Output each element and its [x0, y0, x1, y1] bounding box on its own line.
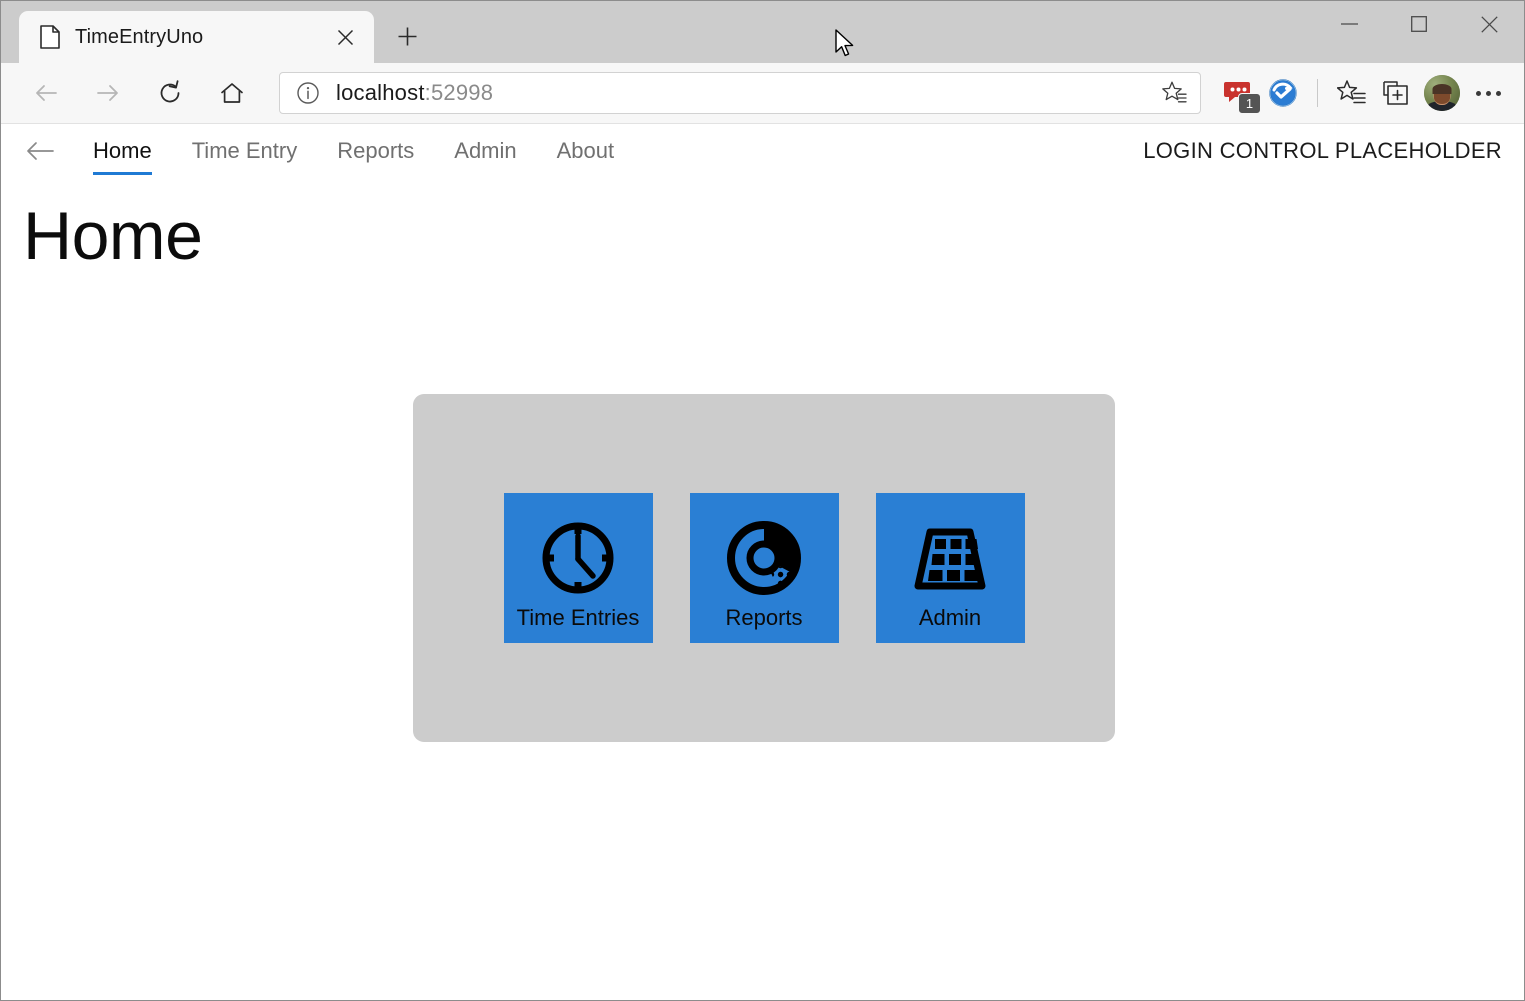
info-icon[interactable] — [294, 79, 322, 107]
favorites-list-icon[interactable] — [1330, 71, 1374, 115]
speech-bubble-extension-icon[interactable]: 1 — [1217, 71, 1261, 115]
refresh-icon[interactable] — [147, 70, 193, 116]
page-title: Home — [23, 202, 1524, 270]
tab-close-icon[interactable] — [330, 22, 360, 52]
nav-item-about[interactable]: About — [537, 136, 635, 166]
url-port: :52998 — [425, 80, 494, 105]
grid-table-icon — [907, 515, 993, 601]
clock-icon — [535, 515, 621, 601]
nav-item-admin[interactable]: Admin — [434, 136, 536, 166]
extension-badge-count: 1 — [1238, 93, 1261, 114]
nav-item-home[interactable]: Home — [73, 136, 172, 166]
url-host: localhost — [336, 80, 425, 105]
tab-title: TimeEntryUno — [75, 26, 330, 49]
avatar-hair — [1433, 84, 1452, 94]
tile-reports[interactable]: Reports — [690, 493, 839, 643]
more-dot — [1496, 91, 1501, 96]
back-arrow-icon[interactable] — [23, 70, 69, 116]
browser-toolbar: localhost:52998 1 — [1, 63, 1524, 124]
more-options-icon[interactable] — [1466, 71, 1510, 115]
browser-window: TimeEntryUno — [0, 0, 1525, 1001]
profile-avatar[interactable] — [1424, 75, 1460, 111]
app-navigation-bar: Home Time Entry Reports Admin About LOGI… — [1, 124, 1524, 178]
more-dot — [1476, 91, 1481, 96]
close-button[interactable] — [1454, 1, 1524, 47]
avatar-beard — [1434, 92, 1450, 104]
tile-label: Reports — [725, 607, 802, 629]
favorite-star-icon[interactable] — [1158, 77, 1190, 109]
home-tile-panel: Time Entries — [413, 394, 1115, 742]
pie-chart-icon — [721, 515, 807, 601]
window-controls — [1314, 1, 1524, 47]
more-dot — [1486, 91, 1491, 96]
tab-strip: TimeEntryUno — [1, 1, 430, 63]
new-tab-button[interactable] — [384, 13, 430, 59]
home-icon[interactable] — [209, 70, 255, 116]
url-text[interactable]: localhost:52998 — [336, 80, 1158, 106]
address-bar[interactable]: localhost:52998 — [279, 72, 1201, 114]
app-nav-links: Home Time Entry Reports Admin About — [73, 136, 634, 166]
title-bar: TimeEntryUno — [1, 1, 1524, 63]
page-icon — [39, 25, 61, 49]
app-back-arrow-icon[interactable] — [19, 130, 61, 172]
nav-item-time-entry[interactable]: Time Entry — [172, 136, 318, 166]
login-control-placeholder: LOGIN CONTROL PLACEHOLDER — [1143, 138, 1502, 164]
toolbar-divider — [1317, 79, 1318, 107]
globe-sync-extension-icon[interactable] — [1261, 71, 1305, 115]
tile-admin[interactable]: Admin — [876, 493, 1025, 643]
nav-item-reports[interactable]: Reports — [317, 136, 434, 166]
browser-tab-timeentryuno[interactable]: TimeEntryUno — [19, 11, 374, 63]
tile-label: Time Entries — [517, 607, 640, 629]
forward-arrow-icon[interactable] — [85, 70, 131, 116]
page-viewport: Home Time Entry Reports Admin About LOGI… — [1, 124, 1524, 1000]
tile-time-entries[interactable]: Time Entries — [504, 493, 653, 643]
maximize-button[interactable] — [1384, 1, 1454, 47]
collections-icon[interactable] — [1374, 71, 1418, 115]
minimize-button[interactable] — [1314, 1, 1384, 47]
tile-label: Admin — [919, 607, 981, 629]
